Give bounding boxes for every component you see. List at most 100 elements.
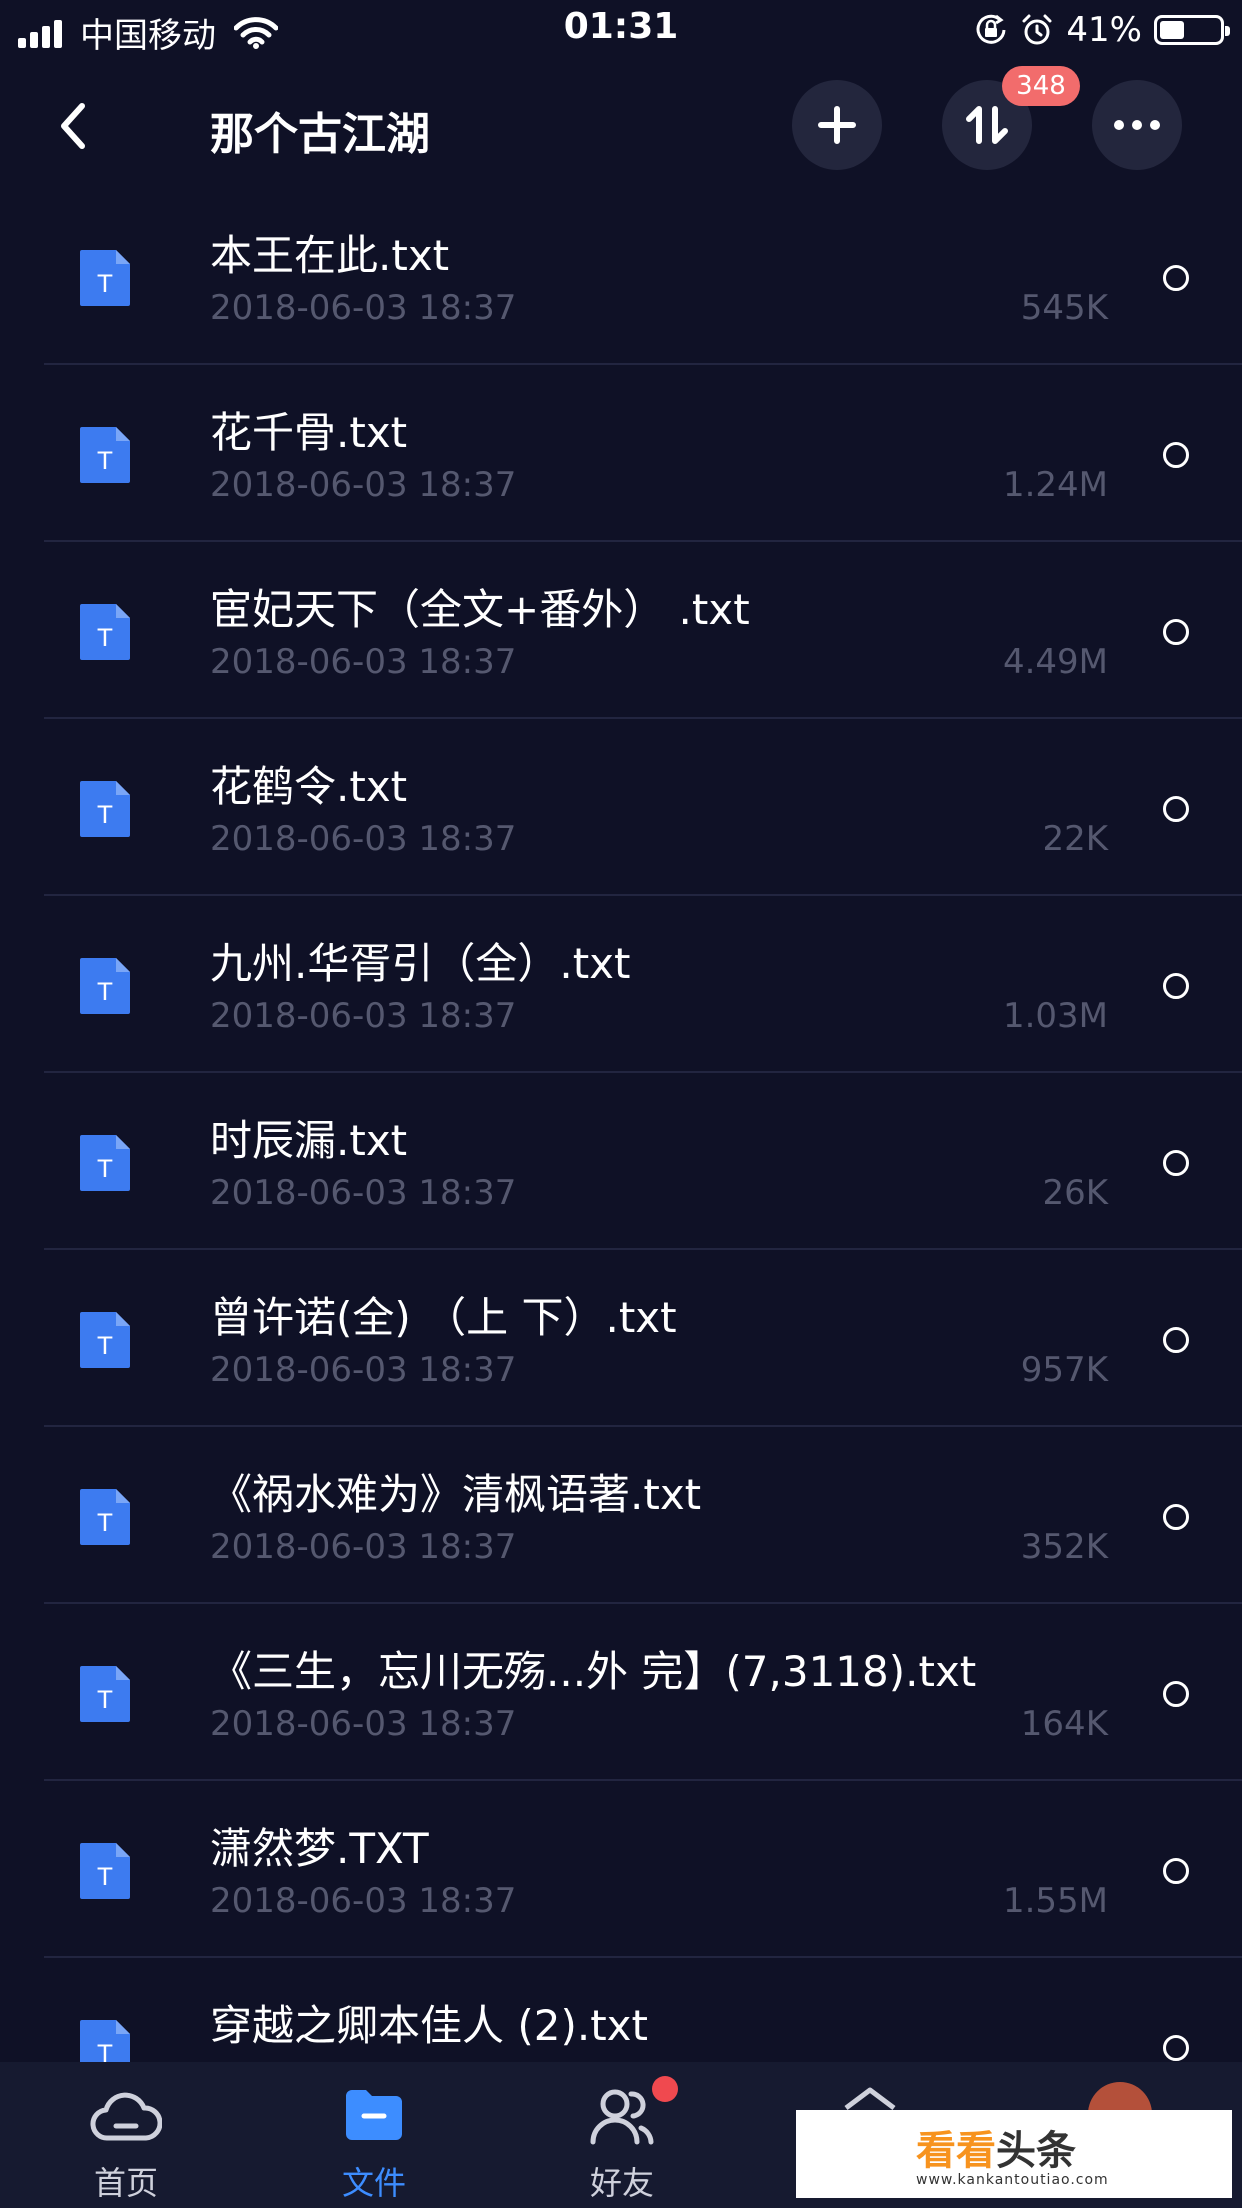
status-right: 41%	[974, 10, 1230, 50]
text-file-icon: T	[80, 781, 130, 837]
select-checkbox[interactable]	[1163, 1150, 1189, 1176]
svg-text:T: T	[97, 270, 113, 298]
file-name: 《三生，忘川无殇...外 完】(7,3118).txt	[210, 1647, 977, 1696]
text-file-icon: T	[80, 1666, 130, 1722]
file-row[interactable]: T 九州.华胥引（全）.txt 2018-06-03 18:37 1.03M	[0, 896, 1242, 1073]
folder-icon	[346, 2090, 402, 2140]
file-date: 2018-06-03 18:37	[210, 819, 517, 859]
back-button[interactable]	[44, 96, 104, 156]
file-name: 曾许诺(全) （上 下）.txt	[210, 1293, 677, 1342]
file-date: 2018-06-03 18:37	[210, 1527, 517, 1567]
watermark-text: 看看头条	[916, 2128, 1076, 2174]
text-file-icon: T	[80, 1135, 130, 1191]
text-file-icon: T	[80, 250, 130, 306]
svg-text:T: T	[97, 978, 113, 1006]
select-checkbox[interactable]	[1163, 2035, 1189, 2061]
battery-fill	[1160, 21, 1184, 39]
file-name: 花千骨.txt	[210, 408, 408, 457]
tab-home[interactable]: 首页	[26, 2062, 226, 2208]
page-title: 那个古江湖	[210, 109, 430, 160]
file-date: 2018-06-03 18:37	[210, 465, 517, 505]
text-file-icon: T	[80, 2020, 130, 2062]
file-size: 1.03M	[1002, 996, 1108, 1036]
file-size: 957K	[1020, 1350, 1108, 1390]
text-file-icon: T	[80, 604, 130, 660]
svg-text:T: T	[97, 1332, 113, 1360]
file-name: 《祸水难为》清枫语著.txt	[210, 1470, 702, 1519]
select-checkbox[interactable]	[1163, 619, 1189, 645]
alarm-icon	[1022, 14, 1052, 45]
file-size: 1.55M	[1002, 1881, 1108, 1921]
file-date: 2018-06-03 18:37	[210, 642, 517, 682]
more-dots-icon	[1114, 120, 1160, 130]
file-date: 2018-06-03 18:37	[210, 1704, 517, 1744]
file-name: 本王在此.txt	[210, 231, 450, 280]
svg-text:T: T	[97, 1863, 113, 1891]
tab-home-label: 首页	[93, 2164, 158, 2202]
select-checkbox[interactable]	[1163, 442, 1189, 468]
add-button[interactable]	[792, 80, 882, 170]
file-size: 1.24M	[1002, 465, 1108, 505]
svg-text:T: T	[97, 1509, 113, 1537]
file-row[interactable]: T 花千骨.txt 2018-06-03 18:37 1.24M	[0, 365, 1242, 542]
battery-percent: 41%	[1066, 10, 1142, 50]
file-size: 352K	[1020, 1527, 1108, 1567]
file-date: 2018-06-03 18:37	[210, 1350, 517, 1390]
file-name: 花鹤令.txt	[210, 762, 408, 811]
watermark: 看看头条 www.kankantoutiao.com	[796, 2110, 1232, 2198]
more-button[interactable]	[1092, 80, 1182, 170]
select-checkbox[interactable]	[1163, 265, 1189, 291]
file-row[interactable]: T 宦妃天下（全文+番外） .txt 2018-06-03 18:37 4.49M	[0, 542, 1242, 719]
select-checkbox[interactable]	[1163, 1327, 1189, 1353]
file-date: 2018-06-03 18:37	[210, 1173, 517, 1213]
file-row[interactable]: T 花鹤令.txt 2018-06-03 18:37 22K	[0, 719, 1242, 896]
file-size: 4.49M	[1002, 642, 1108, 682]
chevron-left-icon	[61, 103, 85, 149]
tab-friends[interactable]: 好友	[522, 2062, 722, 2208]
friends-icon	[590, 2089, 654, 2145]
file-row[interactable]: T 《祸水难为》清枫语著.txt 2018-06-03 18:37 352K	[0, 1427, 1242, 1604]
text-file-icon: T	[80, 427, 130, 483]
text-file-icon: T	[80, 1843, 130, 1899]
file-row[interactable]: T 时辰漏.txt 2018-06-03 18:37 26K	[0, 1073, 1242, 1250]
file-row[interactable]: T 《三生，忘川无殇...外 完】(7,3118).txt 2018-06-03 1…	[0, 1604, 1242, 1781]
file-name: 潇然梦.TXT	[210, 1824, 429, 1873]
file-row[interactable]: T 穿越之卿本佳人 (2).txt	[0, 1958, 1242, 2062]
file-list: T 本王在此.txt 2018-06-03 18:37 545K T 花千骨.txt 201…	[0, 188, 1242, 2062]
tab-files[interactable]: 文件	[274, 2062, 474, 2208]
battery-icon	[1154, 15, 1230, 45]
transfer-arrows-icon	[966, 106, 1008, 144]
file-row[interactable]: T 潇然梦.TXT 2018-06-03 18:37 1.55M	[0, 1781, 1242, 1958]
file-row[interactable]: T 本王在此.txt 2018-06-03 18:37 545K	[0, 188, 1242, 365]
select-checkbox[interactable]	[1163, 796, 1189, 822]
file-date: 2018-06-03 18:37	[210, 1881, 517, 1921]
tab-files-label: 文件	[341, 2164, 406, 2202]
text-file-icon: T	[80, 958, 130, 1014]
file-size: 26K	[1042, 1173, 1108, 1213]
plus-icon	[818, 106, 856, 144]
watermark-url: www.kankantoutiao.com	[916, 2172, 1109, 2188]
svg-text:T: T	[97, 2040, 113, 2062]
tab-friends-label: 好友	[589, 2164, 654, 2202]
rotation-lock-icon	[976, 14, 1006, 44]
select-checkbox[interactable]	[1163, 973, 1189, 999]
text-file-icon: T	[80, 1489, 130, 1545]
file-date: 2018-06-03 18:37	[210, 996, 517, 1036]
nav-bar: 那个古江湖 348	[0, 62, 1242, 192]
file-date: 2018-06-03 18:37	[210, 288, 517, 328]
file-name: 穿越之卿本佳人 (2).txt	[210, 2001, 648, 2050]
file-name: 九州.华胥引（全）.txt	[210, 939, 631, 988]
status-bar: 中国移动 01:31 41%	[0, 0, 1242, 62]
file-row[interactable]: T 曾许诺(全) （上 下）.txt 2018-06-03 18:37 957K	[0, 1250, 1242, 1427]
select-checkbox[interactable]	[1163, 1504, 1189, 1530]
file-size: 22K	[1042, 819, 1108, 859]
transfer-count-badge: 348	[1002, 66, 1080, 106]
select-checkbox[interactable]	[1163, 1681, 1189, 1707]
file-size: 164K	[1020, 1704, 1108, 1744]
file-size: 545K	[1020, 288, 1108, 328]
file-name: 宦妃天下（全文+番外） .txt	[210, 585, 750, 634]
file-name: 时辰漏.txt	[210, 1116, 408, 1165]
friends-notification-dot	[652, 2076, 678, 2102]
svg-text:T: T	[97, 447, 113, 475]
select-checkbox[interactable]	[1163, 1858, 1189, 1884]
